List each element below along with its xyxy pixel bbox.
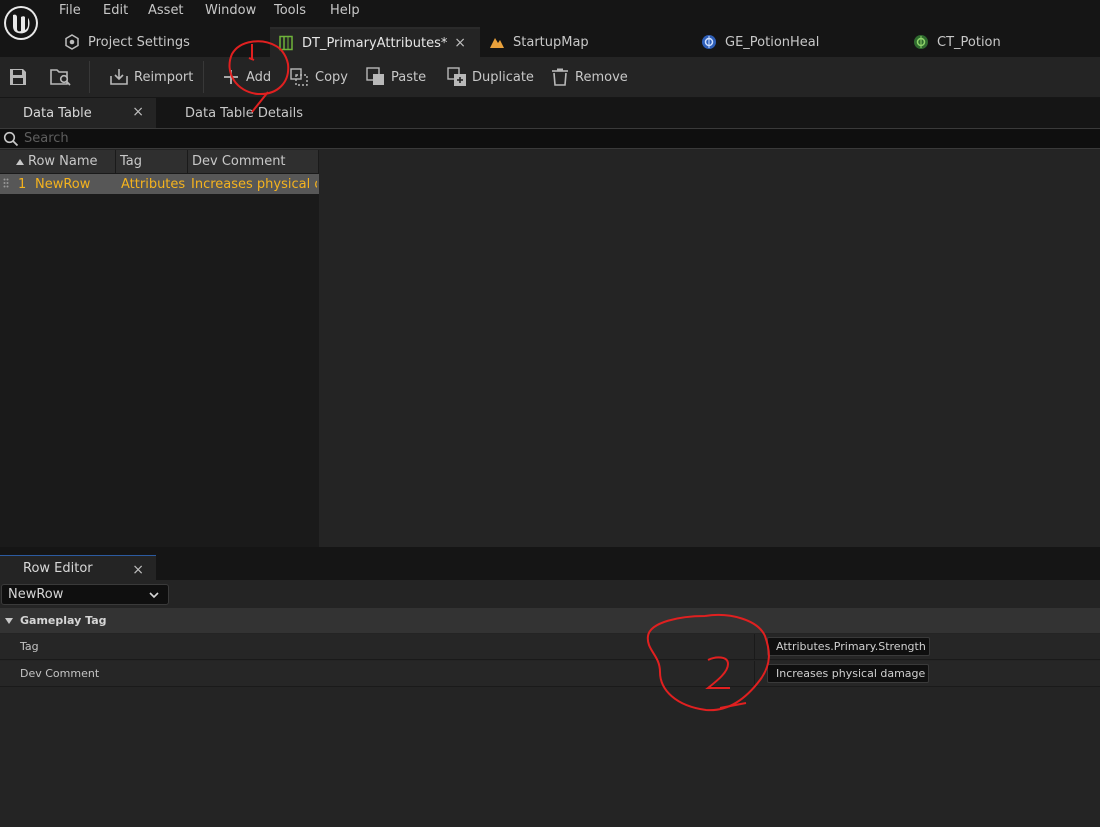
- close-tab-icon[interactable]: ×: [132, 562, 144, 578]
- cell-tag: Attributes.Primary.Strength: [121, 176, 185, 192]
- collapse-arrow-icon: [4, 616, 14, 626]
- close-tab-icon[interactable]: ×: [454, 35, 466, 51]
- row-select-value: NewRow: [8, 587, 64, 602]
- browse-asset-button[interactable]: [50, 57, 75, 97]
- tab-label: Data Table Details: [185, 105, 303, 121]
- save-button[interactable]: [8, 57, 33, 97]
- reimport-icon: [109, 67, 129, 87]
- tab-label: Data Table: [23, 105, 92, 121]
- trash-icon: [550, 67, 570, 87]
- tab-dt-primary-attributes[interactable]: DT_PrimaryAttributes* ×: [270, 27, 480, 57]
- row-editor-tabstrip: Row Editor ×: [0, 555, 1100, 580]
- menu-help[interactable]: Help: [330, 3, 360, 19]
- column-header-tag[interactable]: Tag: [116, 150, 188, 173]
- tab-row-editor[interactable]: Row Editor ×: [0, 555, 156, 580]
- toolbar-separator: [203, 61, 204, 93]
- property-row-tag: Tag Attributes.Primary.Strength: [0, 634, 1100, 660]
- cell-row-name: NewRow: [35, 176, 91, 192]
- chevron-down-icon: [149, 590, 159, 600]
- data-table-tabstrip: Data Table × Data Table Details: [0, 98, 1100, 128]
- tab-startup-map[interactable]: StartupMap: [489, 27, 589, 57]
- property-row-dev-comment: Dev Comment Increases physical damage: [0, 661, 1100, 687]
- menu-file[interactable]: File: [59, 3, 81, 19]
- property-label: Dev Comment: [20, 667, 100, 680]
- category-header-gameplay-tag[interactable]: Gameplay Tag: [0, 608, 1100, 633]
- property-label: Tag: [20, 640, 39, 653]
- menu-edit[interactable]: Edit: [103, 3, 128, 19]
- duplicate-label: Duplicate: [472, 69, 534, 85]
- curve-table-icon: [913, 34, 929, 50]
- reimport-label: Reimport: [134, 69, 194, 85]
- search-icon: [3, 131, 19, 147]
- tag-value-field[interactable]: Attributes.Primary.Strength: [767, 637, 930, 656]
- remove-button[interactable]: Remove: [550, 57, 628, 97]
- reimport-button[interactable]: Reimport: [109, 57, 193, 97]
- data-table-icon: [278, 35, 294, 51]
- drag-handle-icon[interactable]: [3, 178, 9, 190]
- copy-icon: [290, 67, 310, 87]
- column-divider[interactable]: [754, 661, 755, 686]
- tab-ct-potion[interactable]: CT_Potion: [913, 27, 1001, 57]
- menu-window[interactable]: Window: [205, 3, 256, 19]
- column-header-row-name[interactable]: Row Name: [12, 150, 116, 173]
- paste-label: Paste: [391, 69, 427, 85]
- copy-button[interactable]: Copy: [290, 57, 348, 97]
- toolbar: Reimport Add Copy Paste Duplicate Remove: [0, 57, 1100, 98]
- duplicate-button[interactable]: Duplicate: [447, 57, 534, 97]
- empty-panel-area: [319, 150, 1100, 547]
- remove-label: Remove: [575, 69, 628, 85]
- tab-label: DT_PrimaryAttributes*: [302, 35, 448, 51]
- cell-dev-comment: Increases physical damage: [191, 176, 317, 192]
- tab-label: StartupMap: [513, 34, 589, 50]
- data-table-grid: Row Name Tag Dev Comment 1 NewRow Attrib…: [0, 150, 319, 547]
- save-icon: [8, 67, 28, 87]
- column-divider[interactable]: [754, 634, 755, 659]
- panel-splitter[interactable]: [0, 547, 1100, 555]
- search-bar: [0, 128, 1100, 149]
- column-label: Row Name: [28, 154, 98, 169]
- plus-icon: [221, 67, 241, 87]
- duplicate-icon: [447, 67, 467, 87]
- settings-icon: [64, 34, 80, 50]
- menu-tools[interactable]: Tools: [274, 3, 306, 19]
- table-row[interactable]: 1 NewRow Attributes.Primary.Strength Inc…: [0, 174, 319, 194]
- column-label: Dev Comment: [192, 154, 286, 169]
- add-row-button[interactable]: Add: [221, 57, 271, 97]
- table-header: Row Name Tag Dev Comment: [0, 150, 319, 173]
- tab-label: CT_Potion: [937, 34, 1001, 50]
- tab-project-settings[interactable]: Project Settings: [64, 27, 190, 57]
- tab-ge-potion-heal[interactable]: GE_PotionHeal: [701, 27, 819, 57]
- paste-button[interactable]: Paste: [366, 57, 426, 97]
- tab-data-table-details[interactable]: Data Table Details: [185, 98, 303, 128]
- toolbar-separator: [89, 61, 90, 93]
- close-tab-icon[interactable]: ×: [132, 104, 144, 120]
- browse-asset-icon: [50, 67, 71, 87]
- tab-label: Row Editor: [23, 560, 93, 576]
- tab-label: GE_PotionHeal: [725, 34, 820, 50]
- title-bar: File Edit Asset Window Tools Help Projec…: [0, 0, 1100, 57]
- copy-label: Copy: [315, 69, 348, 85]
- dev-comment-value-field[interactable]: Increases physical damage: [767, 664, 929, 683]
- menu-asset[interactable]: Asset: [148, 3, 184, 19]
- row-select-dropdown[interactable]: NewRow: [1, 584, 169, 605]
- paste-icon: [366, 67, 386, 87]
- tab-label: Project Settings: [88, 34, 190, 50]
- column-header-dev-comment[interactable]: Dev Comment: [188, 150, 319, 173]
- add-label: Add: [246, 69, 272, 85]
- row-index: 1: [18, 176, 27, 192]
- unreal-logo-icon[interactable]: [2, 4, 40, 42]
- search-input[interactable]: [24, 129, 1094, 148]
- category-label: Gameplay Tag: [20, 614, 107, 627]
- row-editor-body: NewRow Gameplay Tag Tag Attributes.Prima…: [0, 580, 1100, 827]
- blueprint-icon: [701, 34, 717, 50]
- level-map-icon: [489, 34, 505, 50]
- sort-ascending-icon: [16, 158, 24, 166]
- column-label: Tag: [120, 154, 143, 169]
- tab-data-table[interactable]: Data Table ×: [0, 98, 156, 128]
